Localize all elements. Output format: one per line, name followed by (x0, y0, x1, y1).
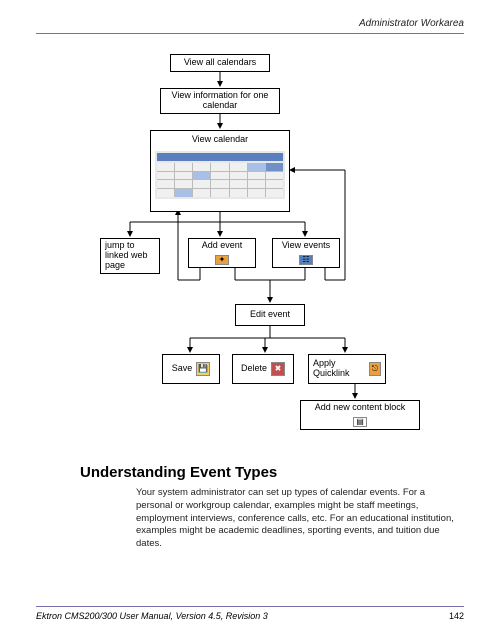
node-add-content-block: Add new content block ▤ (300, 400, 420, 430)
node-label: Delete (241, 364, 267, 374)
page-header: Administrator Workarea (36, 18, 464, 34)
node-label: Add event (202, 241, 243, 251)
quicklink-icon: ⎋ (369, 362, 381, 376)
flowchart: View all calendars View information for … (70, 50, 430, 450)
delete-icon: ✖ (271, 362, 285, 376)
node-view-all-calendars: View all calendars (170, 54, 270, 72)
view-events-icon: ☷ (299, 255, 313, 266)
node-label: View all calendars (184, 58, 256, 68)
save-icon: 💾 (196, 362, 210, 376)
node-view-events: View events ☷ (272, 238, 340, 268)
node-label: View events (282, 241, 330, 251)
node-label: View calendar (155, 135, 285, 145)
add-event-icon: ✦ (215, 255, 229, 266)
node-add-event: Add event ✦ (188, 238, 256, 268)
node-label: View information for one calendar (165, 91, 275, 111)
node-label: jump to linked web page (105, 241, 155, 271)
node-label: Save (172, 364, 193, 374)
section-heading: Understanding Event Types (80, 464, 464, 481)
section-body: Your system administrator can set up typ… (136, 487, 464, 551)
node-delete: Delete ✖ (232, 354, 294, 384)
node-apply-quicklink: Apply Quicklink ⎋ (308, 354, 386, 384)
footer-title: Ektron CMS200/300 User Manual, Version 4… (36, 611, 268, 621)
breadcrumb: Administrator Workarea (359, 18, 464, 29)
add-content-icon: ▤ (353, 417, 367, 428)
node-edit-event: Edit event (235, 304, 305, 326)
node-label: Edit event (250, 310, 290, 320)
node-label: Apply Quicklink (313, 359, 365, 379)
node-jump-linked-page: jump to linked web page (100, 238, 160, 274)
calendar-thumbnail (155, 151, 285, 199)
page-footer: Ektron CMS200/300 User Manual, Version 4… (36, 606, 464, 621)
node-label: Add new content block (315, 403, 406, 413)
node-save: Save 💾 (162, 354, 220, 384)
page-number: 142 (449, 611, 464, 621)
node-view-calendar: View calendar (150, 130, 290, 212)
heading-text: Understanding Event Types (80, 464, 277, 481)
node-view-information: View information for one calendar (160, 88, 280, 114)
